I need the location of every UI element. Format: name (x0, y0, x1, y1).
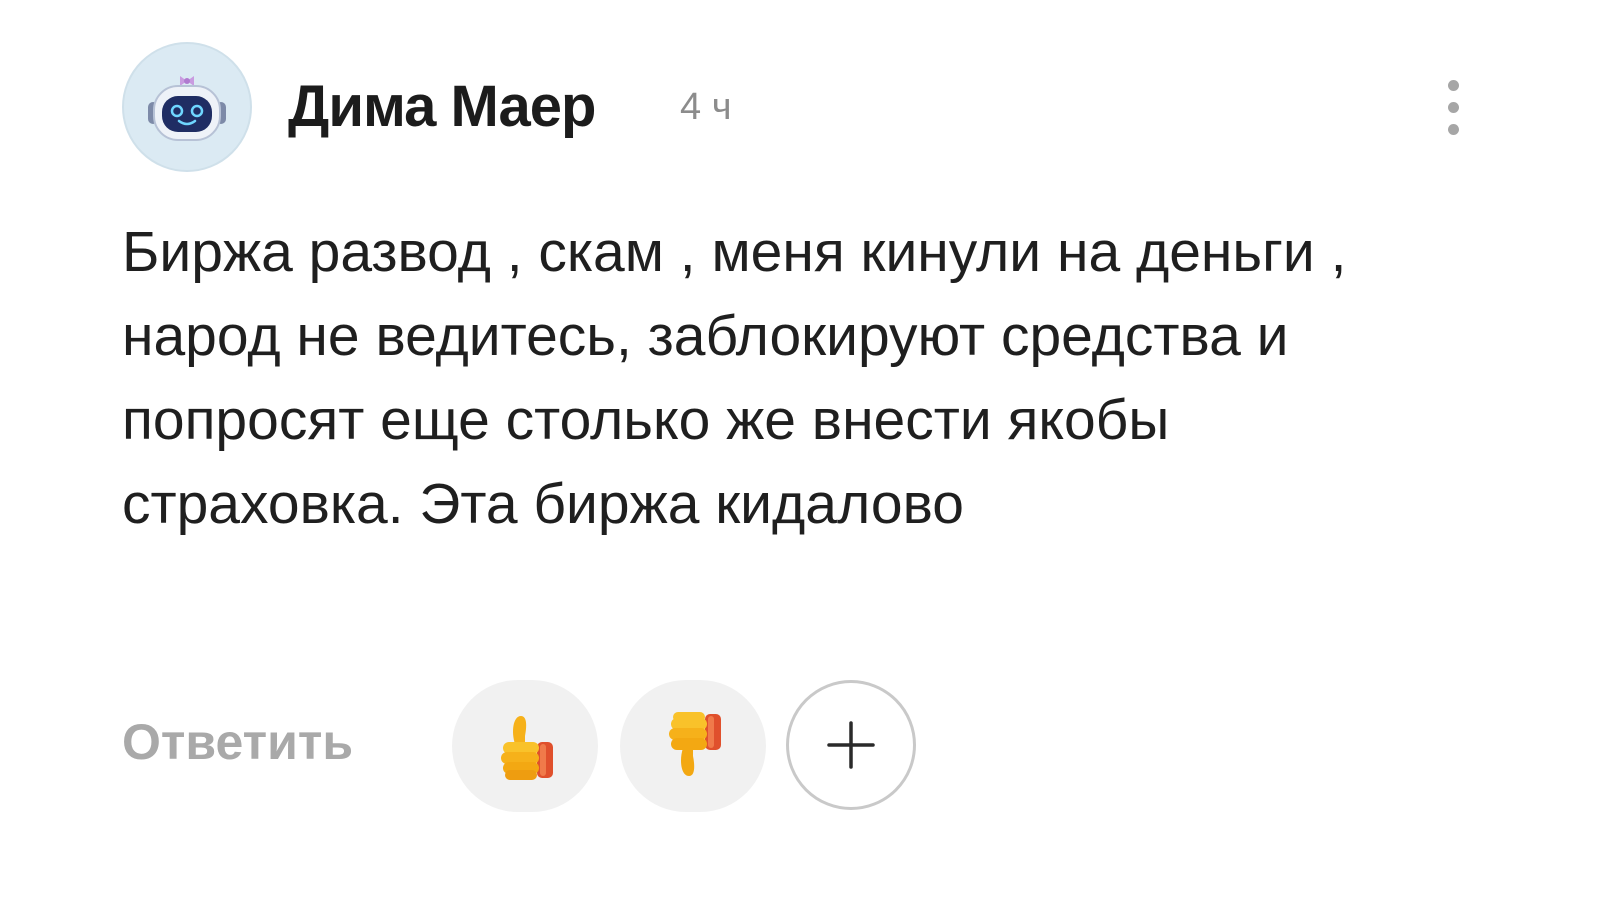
plus-icon (827, 721, 875, 769)
comment-card: Дима Маер 4 ч Биржа развод , скам , меня… (0, 0, 1600, 900)
robot-avatar-icon (148, 76, 226, 141)
comment-time: 4 ч (680, 86, 732, 128)
dislike-reaction-button[interactable] (620, 680, 766, 812)
avatar[interactable] (122, 42, 252, 172)
thumbs-down-icon (669, 712, 721, 776)
comment-text: Биржа развод , скам , меня кинули на ден… (122, 220, 1347, 536)
author-name[interactable]: Дима Маер (288, 72, 596, 142)
reply-button[interactable]: Ответить (122, 712, 353, 772)
add-reaction-button[interactable] (786, 680, 916, 810)
thumbs-up-icon (501, 716, 553, 780)
more-options-button[interactable] (1436, 76, 1472, 140)
like-reaction-button[interactable] (452, 680, 598, 812)
